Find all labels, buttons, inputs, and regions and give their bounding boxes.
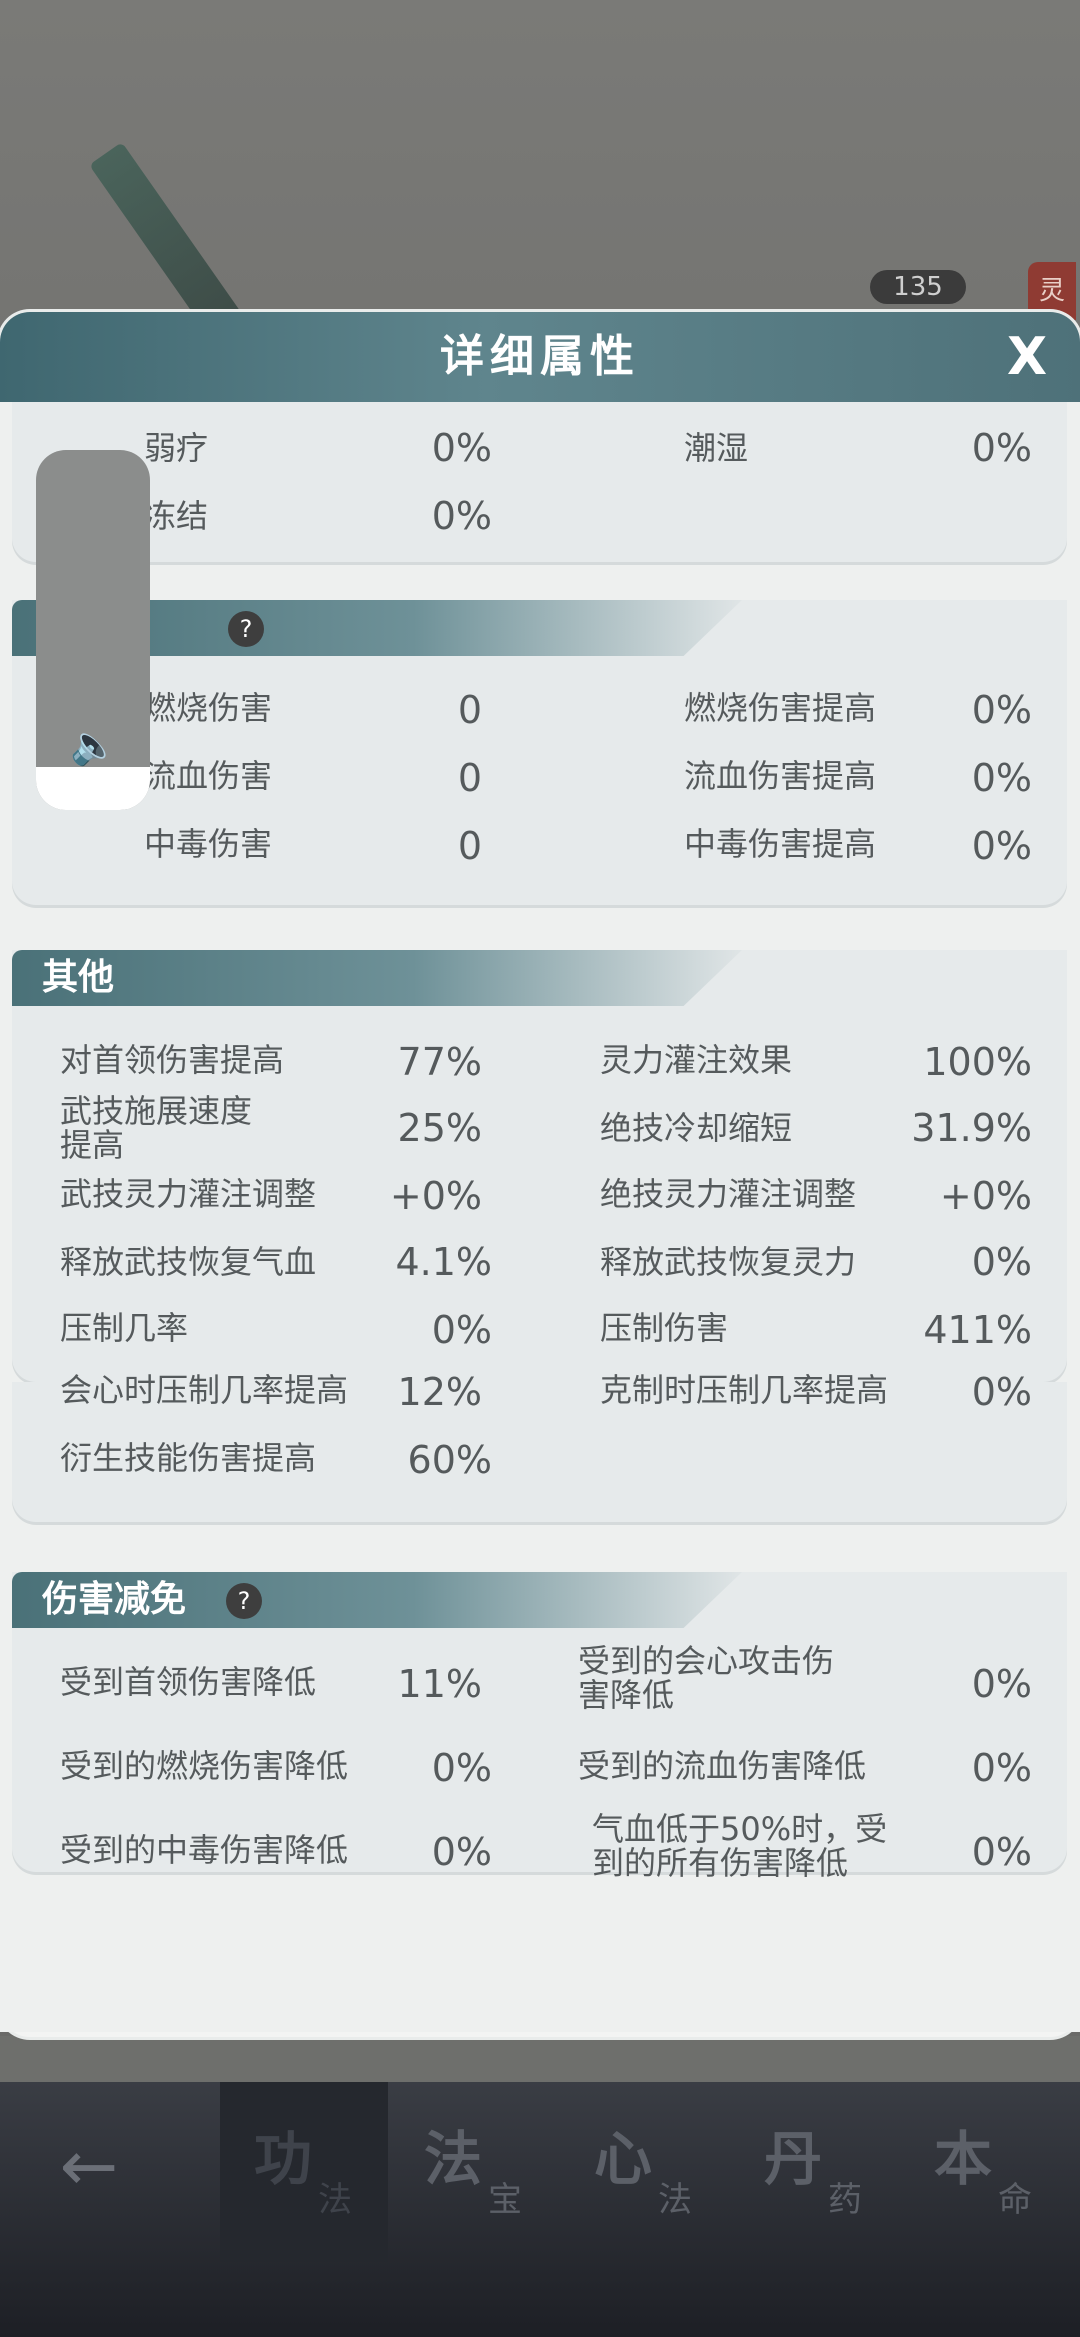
- row-value: 0%: [971, 1662, 1032, 1706]
- row-label: 气血低于50%时，受 到的所有伤害降低: [592, 1810, 888, 1882]
- row-value: 0%: [971, 426, 1032, 470]
- tab-gongfa[interactable]: 功 法: [220, 2082, 388, 2262]
- damage-reduction-card: 伤害减免 ? 受到首领伤害降低 11% 受到的会心攻击伤 害降低 0% 受到的燃…: [12, 1572, 1067, 1880]
- tab-sub-label: 法: [658, 2180, 692, 2220]
- row-label: 中毒伤害提高: [684, 825, 877, 863]
- bg-counter: 135: [870, 270, 966, 304]
- tab-sub-label: 命: [998, 2180, 1032, 2220]
- tab-xinfa[interactable]: 心 法: [560, 2082, 728, 2262]
- row-label: 绝技灵力灌注调整: [600, 1175, 857, 1213]
- row-label: 受到的会心攻击伤 害降低: [578, 1642, 835, 1714]
- row-value: 411%: [923, 1308, 1032, 1352]
- tab-danyao[interactable]: 丹 药: [730, 2082, 898, 2262]
- row-label: 压制几率: [60, 1309, 189, 1347]
- speaker-icon: 🔈: [70, 723, 118, 767]
- row-label: 潮湿: [684, 429, 749, 467]
- volume-level-fill: [36, 767, 150, 810]
- row-label: 灵力灌注效果: [600, 1041, 793, 1079]
- row-label: 弱疗: [144, 429, 209, 467]
- row-value: 12%: [397, 1370, 482, 1414]
- row-value: 4.1%: [395, 1240, 492, 1284]
- row-value: 0: [457, 824, 482, 868]
- tab-sub-label: 药: [828, 2180, 862, 2220]
- row-label: 流血伤害提高: [684, 757, 877, 795]
- close-button[interactable]: X: [996, 326, 1058, 388]
- row-value: 77%: [397, 1040, 482, 1084]
- row-value: 0%: [431, 1830, 492, 1874]
- row-label: 释放武技恢复气血: [60, 1243, 317, 1281]
- dot-damage-card: 增伤 ? 燃烧伤害 0 燃烧伤害提高 0% 流血伤害 0 流血伤害提高 0% 中…: [12, 600, 1067, 905]
- row-value: 100%: [923, 1040, 1032, 1084]
- tab-main-label: 功: [254, 2125, 313, 2193]
- row-label: 压制伤害: [600, 1309, 729, 1347]
- other-stats-card: 其他 对首领伤害提高 77% 灵力灌注效果 100% 武技施展速度 提高 25%…: [12, 950, 1067, 1382]
- row-value: 0%: [431, 494, 492, 538]
- row-value: 0%: [971, 1830, 1032, 1874]
- attributes-modal: 详细属性 X 弱疗 0% 潮湿 0% 冻结 0% 增伤 ? 燃烧伤害 0 燃烧伤…: [0, 312, 1080, 2037]
- row-value: +0%: [389, 1174, 482, 1218]
- row-value: 31.9%: [911, 1106, 1032, 1150]
- row-value: +0%: [939, 1174, 1032, 1218]
- other-stats-card-continued: 会心时压制几率提高 12% 克制时压制几率提高 0% 衍生技能伤害提高 60%: [12, 1370, 1067, 1522]
- row-value: 60%: [407, 1438, 492, 1482]
- modal-content[interactable]: 弱疗 0% 潮湿 0% 冻结 0% 增伤 ? 燃烧伤害 0 燃烧伤害提高 0% …: [0, 402, 1080, 2032]
- modal-title: 详细属性: [440, 331, 640, 382]
- row-value: 11%: [397, 1662, 482, 1706]
- row-value: 0%: [431, 1308, 492, 1352]
- row-label: 受到的中毒伤害降低: [60, 1831, 349, 1869]
- row-value: 0%: [431, 426, 492, 470]
- row-value: 25%: [397, 1106, 482, 1150]
- arrow-left-icon[interactable]: ←: [44, 2131, 134, 2201]
- section-header: [12, 950, 742, 1006]
- status-effects-card: 弱疗 0% 潮湿 0% 冻结 0%: [12, 402, 1067, 562]
- tab-sub-label: 法: [318, 2180, 352, 2220]
- row-label: 受到的流血伤害降低: [578, 1747, 867, 1785]
- tab-sub-label: 宝: [488, 2180, 522, 2220]
- help-icon[interactable]: ?: [228, 611, 264, 647]
- tab-benming[interactable]: 本 命: [900, 2082, 1068, 2262]
- row-value: 0%: [971, 1370, 1032, 1414]
- row-label: 流血伤害: [144, 757, 273, 795]
- volume-slider[interactable]: 🔈: [36, 450, 150, 810]
- modal-header: 详细属性 X: [0, 312, 1080, 402]
- row-label: 衍生技能伤害提高: [60, 1439, 317, 1477]
- row-label: 绝技冷却缩短: [600, 1109, 793, 1147]
- row-label: 释放武技恢复灵力: [600, 1243, 857, 1281]
- row-value: 0%: [971, 1240, 1032, 1284]
- row-label: 燃烧伤害提高: [684, 689, 877, 727]
- row-label: 中毒伤害: [144, 825, 273, 863]
- row-label: 受到首领伤害降低: [60, 1663, 317, 1701]
- row-label: 冻结: [144, 497, 209, 535]
- row-value: 0%: [971, 756, 1032, 800]
- tab-main-label: 本: [934, 2125, 993, 2193]
- section-title: 伤害减免: [42, 1579, 187, 1620]
- tab-main-label: 丹: [764, 2125, 823, 2193]
- row-label: 对首领伤害提高: [60, 1041, 285, 1079]
- row-label: 克制时压制几率提高: [600, 1371, 889, 1409]
- background-strip: [0, 2036, 1080, 2084]
- row-label: 受到的燃烧伤害降低: [60, 1747, 349, 1785]
- help-icon[interactable]: ?: [226, 1583, 262, 1619]
- row-value: 0: [457, 688, 482, 732]
- row-value: 0%: [971, 688, 1032, 732]
- bottom-nav: ← 功 法 法 宝 心 法 丹 药 本 命: [0, 2082, 1080, 2337]
- row-value: 0%: [971, 1746, 1032, 1790]
- row-label: 武技施展速度 提高: [60, 1092, 253, 1164]
- row-label: 燃烧伤害: [144, 689, 273, 727]
- row-value: 0: [457, 756, 482, 800]
- tab-main-label: 心: [594, 2125, 653, 2193]
- row-value: 0%: [971, 824, 1032, 868]
- section-title: 其他: [42, 957, 115, 998]
- tab-fabao[interactable]: 法 宝: [390, 2082, 558, 2262]
- row-value: 0%: [431, 1746, 492, 1790]
- tab-main-label: 法: [424, 2125, 483, 2193]
- row-label: 武技灵力灌注调整: [60, 1175, 317, 1213]
